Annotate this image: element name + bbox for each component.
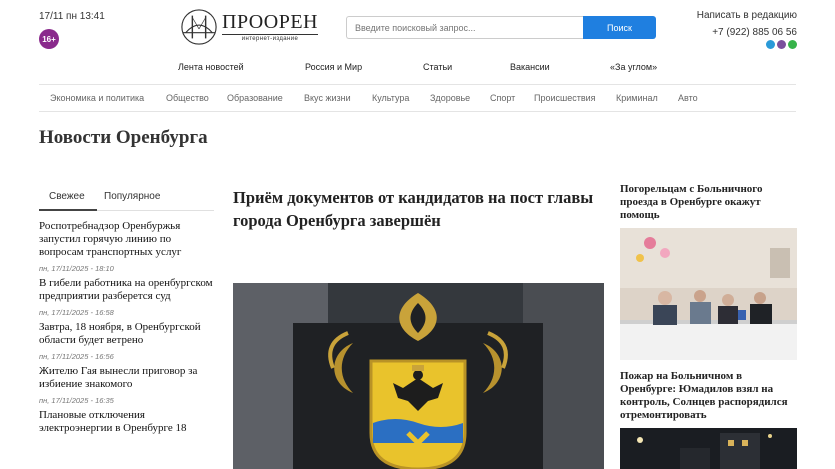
category-incidents[interactable]: Происшествия [534, 93, 596, 103]
page-title: Новости Оренбурга [39, 127, 208, 148]
category-taste-of-life[interactable]: Вкус жизни [304, 93, 351, 103]
main-nav: Лента новостей Россия и Мир Статьи Вакан… [0, 62, 835, 74]
nav-item-around-corner[interactable]: «За углом» [610, 62, 657, 72]
news-time: пн, 17/11/2025 - 16:35 [39, 396, 114, 405]
side-news-title[interactable]: Пожар на Больничном в Оренбурге: Юмадило… [620, 370, 797, 422]
side-news-image[interactable] [620, 228, 797, 360]
news-title[interactable]: В гибели работника на оренбургском предп… [39, 277, 217, 303]
list-item[interactable]: Жителю Гая вынесли приговор за избиение … [39, 365, 217, 405]
lead-article-title[interactable]: Приём документов от кандидатов на пост г… [233, 186, 605, 232]
list-item[interactable]: В гибели работника на оренбургском предп… [39, 277, 217, 317]
news-list: Роспотребнадзор Оренбуржья запустил горя… [39, 220, 217, 439]
editorial-phone[interactable]: +7 (922) 885 06 56 [697, 27, 797, 38]
site-logo[interactable]: ПРООРЕН интернет-издание [180, 8, 320, 46]
category-economy-politics[interactable]: Экономика и политика [50, 93, 144, 103]
tab-fresh[interactable]: Свежее [49, 191, 85, 202]
write-to-editors-link[interactable]: Написать в редакцию [697, 10, 797, 21]
news-title[interactable]: Роспотребнадзор Оренбуржья запустил горя… [39, 220, 217, 259]
nav-item-russia-world[interactable]: Россия и Мир [305, 62, 362, 72]
nav-item-news-feed[interactable]: Лента новостей [178, 62, 244, 72]
list-item[interactable]: Завтра, 18 ноября, в Оренбургской област… [39, 321, 217, 361]
nav-item-vacancies[interactable]: Вакансии [510, 62, 550, 72]
news-time: пн, 17/11/2025 - 18:10 [39, 264, 114, 273]
category-culture[interactable]: Культура [372, 93, 409, 103]
nav-divider-top [39, 84, 796, 85]
viber-icon[interactable] [777, 40, 786, 49]
age-rating-badge: 16+ [39, 29, 59, 49]
news-title[interactable]: Жителю Гая вынесли приговор за избиение … [39, 365, 217, 391]
side-news-title[interactable]: Погорельцам с Больничного проезда в Орен… [620, 183, 797, 222]
news-time: пн, 17/11/2025 - 16:56 [39, 352, 114, 361]
category-education[interactable]: Образование [227, 93, 283, 103]
news-time: пн, 17/11/2025 - 16:58 [39, 308, 114, 317]
news-title[interactable]: Завтра, 18 ноября, в Оренбургской област… [39, 321, 217, 347]
list-item[interactable]: Плановые отключения электроэнергии в Оре… [39, 409, 217, 435]
logo-name: ПРООРЕН [222, 11, 318, 33]
side-news-item[interactable]: Пожар на Больничном в Оренбурге: Юмадило… [620, 370, 797, 469]
press-conference-photo [620, 228, 797, 360]
lead-article-image[interactable] [233, 283, 604, 469]
search-bar: Поиск [346, 16, 656, 39]
nav-divider-bottom [39, 111, 796, 112]
category-sport[interactable]: Спорт [490, 93, 515, 103]
search-input[interactable] [346, 16, 583, 39]
tab-popular[interactable]: Популярное [104, 191, 160, 202]
coat-of-arms-image [233, 283, 604, 469]
contact-block: Написать в редакцию +7 (922) 885 06 56 [697, 10, 797, 49]
category-auto[interactable]: Авто [678, 93, 698, 103]
side-news-item[interactable]: Погорельцам с Больничного проезда в Орен… [620, 183, 797, 360]
fire-night-photo [620, 428, 797, 469]
category-health[interactable]: Здоровье [430, 93, 470, 103]
active-tab-indicator [39, 209, 97, 211]
category-crime[interactable]: Криминал [616, 93, 658, 103]
category-society[interactable]: Общество [166, 93, 209, 103]
whatsapp-icon[interactable] [788, 40, 797, 49]
news-title[interactable]: Плановые отключения электроэнергии в Оре… [39, 409, 217, 435]
side-news-image[interactable] [620, 428, 797, 469]
logo-subtitle: интернет-издание [222, 34, 318, 42]
telegram-icon[interactable] [766, 40, 775, 49]
messenger-links [697, 40, 797, 49]
news-tabs: Свежее Популярное [39, 185, 214, 211]
search-button[interactable]: Поиск [583, 16, 656, 39]
bridge-logo-icon [181, 9, 217, 45]
current-datetime: 17/11 пн 13:41 [39, 11, 105, 22]
list-item[interactable]: Роспотребнадзор Оренбуржья запустил горя… [39, 220, 217, 273]
nav-item-articles[interactable]: Статьи [423, 62, 452, 72]
